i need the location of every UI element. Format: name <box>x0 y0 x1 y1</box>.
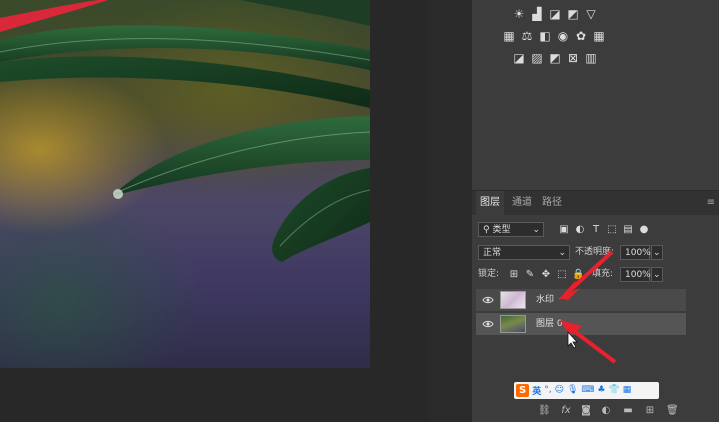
color-lookup-icon[interactable]: ▦ <box>592 30 606 43</box>
layer-thumbnail <box>500 315 526 333</box>
vibrance-icon[interactable]: ▽ <box>584 8 598 21</box>
leaf-photo-graphic <box>0 0 370 262</box>
invert-icon[interactable]: ◪ <box>512 52 526 65</box>
keyboard-icon[interactable]: ⌨ <box>581 384 594 397</box>
add-mask-icon[interactable]: ◙ <box>580 405 592 417</box>
hue-saturation-icon[interactable]: ▦ <box>502 30 516 43</box>
fill-dropdown-button[interactable]: ⌄ <box>651 267 663 282</box>
adjustments-panel: ☀ ▟ ◪ ◩ ▽ ▦ ⚖ ◧ ◉ ✿ ▦ ◪ ▨ ◩ ⊠ ▥ <box>472 0 719 185</box>
exposure-icon[interactable]: ◩ <box>566 8 580 21</box>
color-balance-icon[interactable]: ⚖ <box>520 30 534 43</box>
toolbox-icon[interactable]: ▦ <box>623 384 632 397</box>
adjustment-layer-icon[interactable]: ◐ <box>600 405 612 417</box>
chevron-down-icon: ⌄ <box>532 225 540 235</box>
gradient-map-icon[interactable]: ▥ <box>584 52 598 65</box>
tab-layers[interactable]: 图层 <box>476 191 504 215</box>
document-canvas-area[interactable] <box>0 0 428 421</box>
filter-pixel-icon[interactable]: ▣ <box>558 224 570 236</box>
panel-menu-icon[interactable]: ≡ <box>707 197 715 208</box>
emoji-icon[interactable]: ☺ <box>555 384 564 397</box>
filter-adjustment-icon[interactable]: ◐ <box>574 224 586 236</box>
link-layers-icon[interactable]: ⛓ <box>538 405 551 417</box>
selective-color-icon[interactable]: ⊠ <box>566 52 580 65</box>
ime-language-toggle[interactable]: 英 <box>532 384 541 397</box>
ime-logo-icon[interactable]: S <box>516 384 530 397</box>
eye-visibility-icon[interactable] <box>482 318 494 330</box>
eye-visibility-icon[interactable] <box>482 294 494 306</box>
filter-type-icon[interactable]: T <box>590 224 602 236</box>
new-group-folder-icon[interactable]: ▬ <box>622 405 634 417</box>
photo-filter-icon[interactable]: ◉ <box>556 30 570 43</box>
skin-icon[interactable]: ♣ <box>597 384 605 397</box>
black-white-icon[interactable]: ◧ <box>538 30 552 43</box>
filter-smart-object-icon[interactable]: ▤ <box>622 224 634 236</box>
lock-label: 锁定: <box>478 269 500 279</box>
channel-mixer-icon[interactable]: ✿ <box>574 30 588 43</box>
layer-style-fx-icon[interactable]: fx <box>560 405 572 417</box>
annotation-arrows <box>558 250 617 364</box>
layer-thumbnail <box>500 291 526 309</box>
levels-icon[interactable]: ▟ <box>530 8 544 21</box>
lock-transparent-pixels-icon[interactable]: ⊞ <box>508 269 520 281</box>
document-image-leaves[interactable] <box>0 0 370 368</box>
tab-channels[interactable]: 通道 <box>508 191 536 215</box>
filter-shape-icon[interactable]: ⬚ <box>606 224 618 236</box>
layers-panel-tabs: 图层 通道 路径 ≡ <box>472 191 719 215</box>
tab-paths[interactable]: 路径 <box>538 191 566 215</box>
filter-toggle-icon[interactable]: ● <box>638 224 650 236</box>
lock-image-pixels-icon[interactable]: ✎ <box>524 269 536 281</box>
microphone-icon[interactable]: 🎙 <box>567 384 578 397</box>
layer-filter-kind-select[interactable]: ⚲ 类型 ⌄ <box>478 222 544 237</box>
threshold-icon[interactable]: ◩ <box>548 52 562 65</box>
shirt-icon[interactable]: 👕 <box>609 384 620 397</box>
filter-kind-label: 类型 <box>492 225 511 235</box>
curves-icon[interactable]: ◪ <box>548 8 562 21</box>
delete-layer-trash-icon[interactable]: 🗑 <box>666 405 679 417</box>
new-layer-icon[interactable]: ⊞ <box>644 405 656 417</box>
blend-mode-value: 正常 <box>483 248 502 258</box>
brightness-contrast-icon[interactable]: ☀ <box>512 8 526 21</box>
panel-dock-gutter <box>428 0 472 421</box>
opacity-dropdown-button[interactable]: ⌄ <box>651 245 663 260</box>
ime-toolbar[interactable]: S 英 °, ☺ 🎙 ⌨ ♣ 👕 ▦ <box>514 382 659 399</box>
punctuation-icon[interactable]: °, <box>544 384 551 397</box>
layers-bottom-bar: ⛓ fx ◙ ◐ ▬ ⊞ 🗑 <box>472 402 719 421</box>
posterize-icon[interactable]: ▨ <box>530 52 544 65</box>
